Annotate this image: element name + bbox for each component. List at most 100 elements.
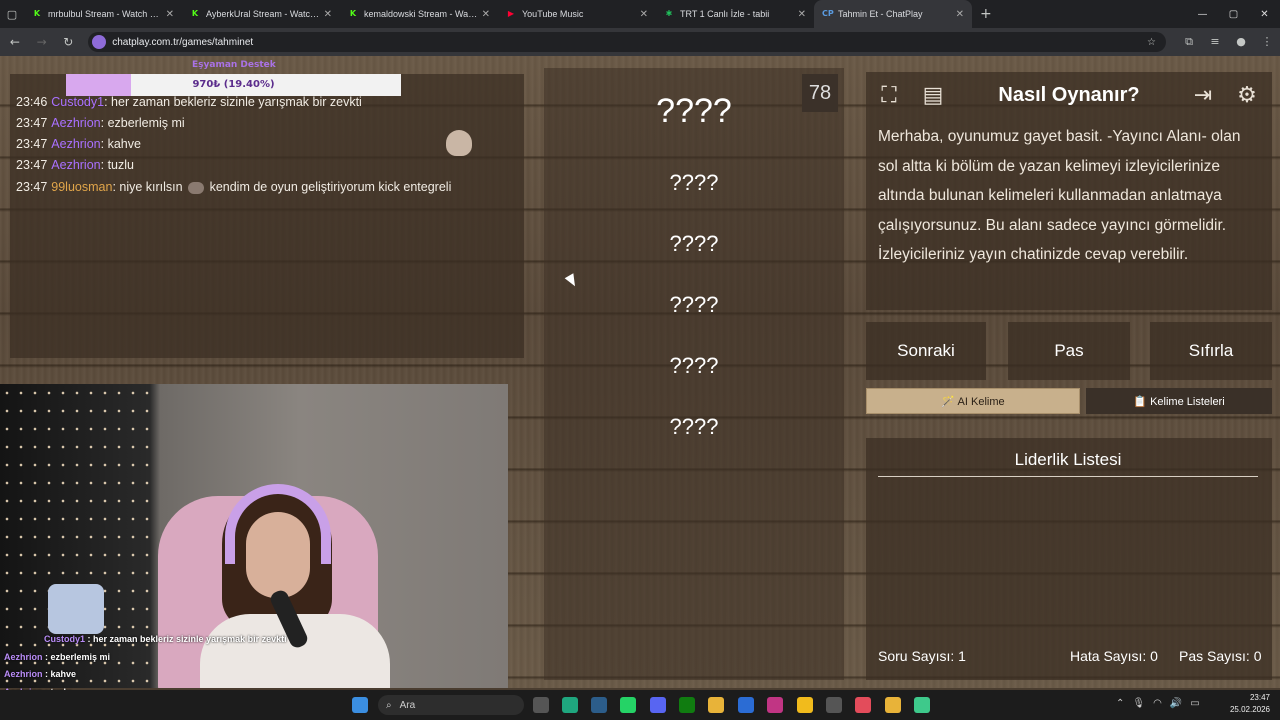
- chat-username[interactable]: Aezhrion: [51, 137, 100, 151]
- battery-icon[interactable]: ▭: [1190, 698, 1199, 709]
- tab-title: TRT 1 Canlı İzle - tabii: [680, 9, 770, 19]
- new-tab-button[interactable]: +: [972, 6, 1000, 22]
- forward-icon[interactable]: →: [30, 28, 54, 56]
- tab-title: kemaldowski Stream - Watch L: [364, 9, 478, 19]
- chevron-up-icon[interactable]: ⌃: [1116, 698, 1124, 709]
- chat-text: tuzlu: [107, 158, 134, 172]
- chat-text: kahve: [107, 137, 141, 151]
- chrome-active-icon[interactable]: [885, 697, 901, 713]
- reading-list-icon[interactable]: ≡: [1202, 35, 1228, 49]
- donation-progress-bar: 970₺ (19.40%): [66, 74, 401, 96]
- forbidden-word: ????: [669, 231, 719, 256]
- tab-close-icon[interactable]: ✕: [166, 9, 174, 20]
- chat-message: 23:47 Aezhrion: tuzlu: [16, 158, 134, 172]
- pass-count: Pas Sayısı: 0: [1179, 648, 1262, 664]
- forbidden-word: ????: [669, 292, 719, 317]
- url-field[interactable]: chatplay.com.tr/games/tahminet ☆: [88, 32, 1167, 52]
- browser-tab[interactable]: Kmrbulbul Stream - Watch Live o ✕: [24, 0, 182, 28]
- overlay-chat-message: Aezhrion : ezberlemiş mi: [4, 652, 110, 662]
- back-icon[interactable]: ←: [3, 28, 27, 56]
- tab-favicon-icon: CP: [822, 9, 834, 18]
- overlay-chat-text: : kahve: [42, 669, 77, 679]
- chat-text: kendim de oyun geliştiriyorum kick enteg…: [209, 180, 452, 194]
- taskbar-search-label: Ara: [399, 699, 416, 711]
- how-to-play-text: Merhaba, oyunumuz gayet basit. -Yayıncı …: [878, 128, 1241, 263]
- leaderboard-title: Liderlik Listesi: [878, 450, 1258, 477]
- discord-icon[interactable]: [650, 697, 666, 713]
- chat-message: 23:47 Aezhrion: kahve: [16, 137, 141, 151]
- chat-time: 23:46: [16, 95, 48, 109]
- window-controls: — ▢ ✕: [1187, 0, 1280, 28]
- chat-username[interactable]: Custody1: [51, 95, 104, 109]
- tab-favicon-icon: K: [33, 9, 41, 18]
- tab-close-icon[interactable]: ✕: [482, 9, 490, 20]
- overlay-chat-username: Aezhrion: [4, 669, 43, 679]
- edge-icon[interactable]: [562, 697, 578, 713]
- exit-icon[interactable]: ⇥: [1186, 78, 1220, 112]
- error-count: Hata Sayısı: 0: [1070, 648, 1158, 664]
- close-window-icon[interactable]: ✕: [1249, 0, 1280, 28]
- app-green-icon[interactable]: [914, 697, 930, 713]
- maximize-icon[interactable]: ▢: [1218, 0, 1249, 28]
- main-word: ????: [656, 92, 732, 130]
- browser-tab[interactable]: K AyberkUral Stream - Watch Live ✕: [182, 0, 340, 28]
- pass-button[interactable]: Pas: [1008, 322, 1130, 380]
- steam-icon[interactable]: [591, 697, 607, 713]
- xbox-icon[interactable]: [679, 697, 695, 713]
- tab-close-icon[interactable]: ✕: [640, 9, 648, 20]
- tab-close-icon[interactable]: ✕: [324, 9, 332, 20]
- site-info-icon[interactable]: [92, 35, 107, 49]
- toolbar-icons: ⧉ ≡ ● ⋮: [1176, 35, 1280, 49]
- whatsapp-icon[interactable]: [620, 697, 636, 713]
- menu-icon[interactable]: ⋮: [1254, 35, 1280, 49]
- donation-title: Eşyaman Destek: [192, 60, 276, 70]
- browser-tab[interactable]: ✱ TRT 1 Canlı İzle - tabii ✕: [656, 0, 814, 28]
- chat-message: 23:46 Custody1: her zaman bekleriz sizinl…: [16, 95, 362, 109]
- chrome-icon[interactable]: [797, 697, 813, 713]
- reset-button[interactable]: Sıfırla: [1150, 322, 1272, 380]
- tab-favicon-icon: ▶: [507, 9, 515, 18]
- reload-icon[interactable]: ↻: [56, 28, 80, 56]
- windows-start-icon[interactable]: [352, 697, 368, 713]
- chat-username[interactable]: Aezhrion: [51, 158, 100, 172]
- overlay-chat-message: Aezhrion : kahve: [4, 669, 76, 679]
- chat-username[interactable]: 99luosman: [51, 180, 112, 194]
- minimize-icon[interactable]: —: [1187, 0, 1218, 28]
- chat-text: her zaman bekleriz sizinle yarışmak bir …: [111, 95, 362, 109]
- wifi-icon[interactable]: ◠: [1153, 698, 1162, 709]
- chat-username[interactable]: Aezhrion: [51, 116, 100, 130]
- word-lists-button[interactable]: 📋 Kelime Listeleri: [1086, 388, 1272, 414]
- chat-time: 23:47: [16, 158, 48, 172]
- browser-tab[interactable]: Kkemaldowski Stream - Watch L ✕: [340, 0, 498, 28]
- donation-progress-fill: [66, 74, 131, 96]
- taskbar-search[interactable]: ⌕ Ara: [378, 695, 524, 715]
- tab-close-icon[interactable]: ✕: [956, 9, 964, 20]
- tab-search-icon[interactable]: ▢: [0, 0, 24, 28]
- volume-icon[interactable]: 🔊: [1170, 698, 1182, 709]
- extensions-icon[interactable]: ⧉: [1176, 35, 1202, 49]
- file-explorer-icon[interactable]: [708, 697, 724, 713]
- bookmark-star-icon[interactable]: ☆: [1147, 37, 1156, 48]
- ai-word-button[interactable]: 🪄 AI Kelime: [866, 388, 1080, 414]
- task-view-icon[interactable]: [533, 697, 549, 713]
- question-count: Soru Sayısı: 1: [878, 648, 966, 664]
- clock-time: 23:47: [1249, 693, 1270, 702]
- app-icon[interactable]: [855, 697, 871, 713]
- overlay-chat-username: Aezhrion: [4, 652, 43, 662]
- instagram-icon[interactable]: [767, 697, 783, 713]
- browser-tab[interactable]: CP Tahmin Et - ChatPlay ✕: [814, 0, 972, 28]
- settings-gear-icon[interactable]: ⚙: [1230, 78, 1264, 112]
- mic-icon[interactable]: 🎙: [1132, 698, 1145, 709]
- browser-icon[interactable]: [738, 697, 754, 713]
- tab-close-icon[interactable]: ✕: [798, 9, 806, 20]
- tab-title: Tahmin Et - ChatPlay: [838, 9, 923, 19]
- clock[interactable]: 23:47 25.02.2026: [1230, 692, 1270, 716]
- tab-strip: Kmrbulbul Stream - Watch Live o ✕ K AyberkU…: [24, 0, 972, 28]
- plush-toy: [48, 584, 104, 634]
- browser-tab[interactable]: ▶ YouTube Music ✕: [498, 0, 656, 28]
- profile-avatar-icon[interactable]: ●: [1228, 35, 1254, 49]
- address-bar: ← → ↻ chatplay.com.tr/games/tahminet ☆ ⧉…: [0, 28, 1280, 56]
- obs-icon[interactable]: [826, 697, 842, 713]
- tab-favicon-icon: ✱: [665, 9, 673, 18]
- next-button[interactable]: Sonraki: [866, 322, 986, 380]
